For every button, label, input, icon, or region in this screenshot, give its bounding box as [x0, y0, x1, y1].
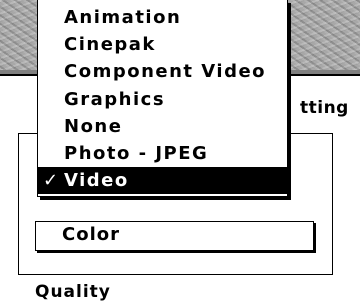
menu-item-label: Graphics — [64, 89, 166, 110]
dialog-heading-partial: tting — [300, 98, 349, 118]
menu-item-label: Cinepak — [64, 34, 156, 55]
menu-item-label: Animation — [64, 7, 182, 28]
menu-item-label: None — [64, 116, 123, 137]
menu-item-video[interactable]: ✓ Video — [38, 167, 287, 194]
menu-item-component-video[interactable]: Component Video — [38, 58, 287, 85]
compressor-popup-menu[interactable]: Animation Cinepak Component Video Graphi… — [37, 0, 288, 197]
menu-item-cinepak[interactable]: Cinepak — [38, 31, 287, 58]
color-depth-value: Color — [62, 224, 120, 245]
menu-item-label: Component Video — [64, 61, 267, 82]
checkmark-icon: ✓ — [43, 170, 60, 191]
menu-item-graphics[interactable]: Graphics — [38, 86, 287, 113]
menu-item-label: Photo - JPEG — [64, 143, 209, 164]
menu-item-photo-jpeg[interactable]: Photo - JPEG — [38, 140, 287, 167]
color-depth-popup[interactable]: Color — [35, 221, 314, 251]
menu-item-label: Video — [64, 170, 129, 191]
menu-item-animation[interactable]: Animation — [38, 4, 287, 31]
menu-item-none[interactable]: None — [38, 113, 287, 140]
quality-label: Quality — [35, 282, 111, 302]
